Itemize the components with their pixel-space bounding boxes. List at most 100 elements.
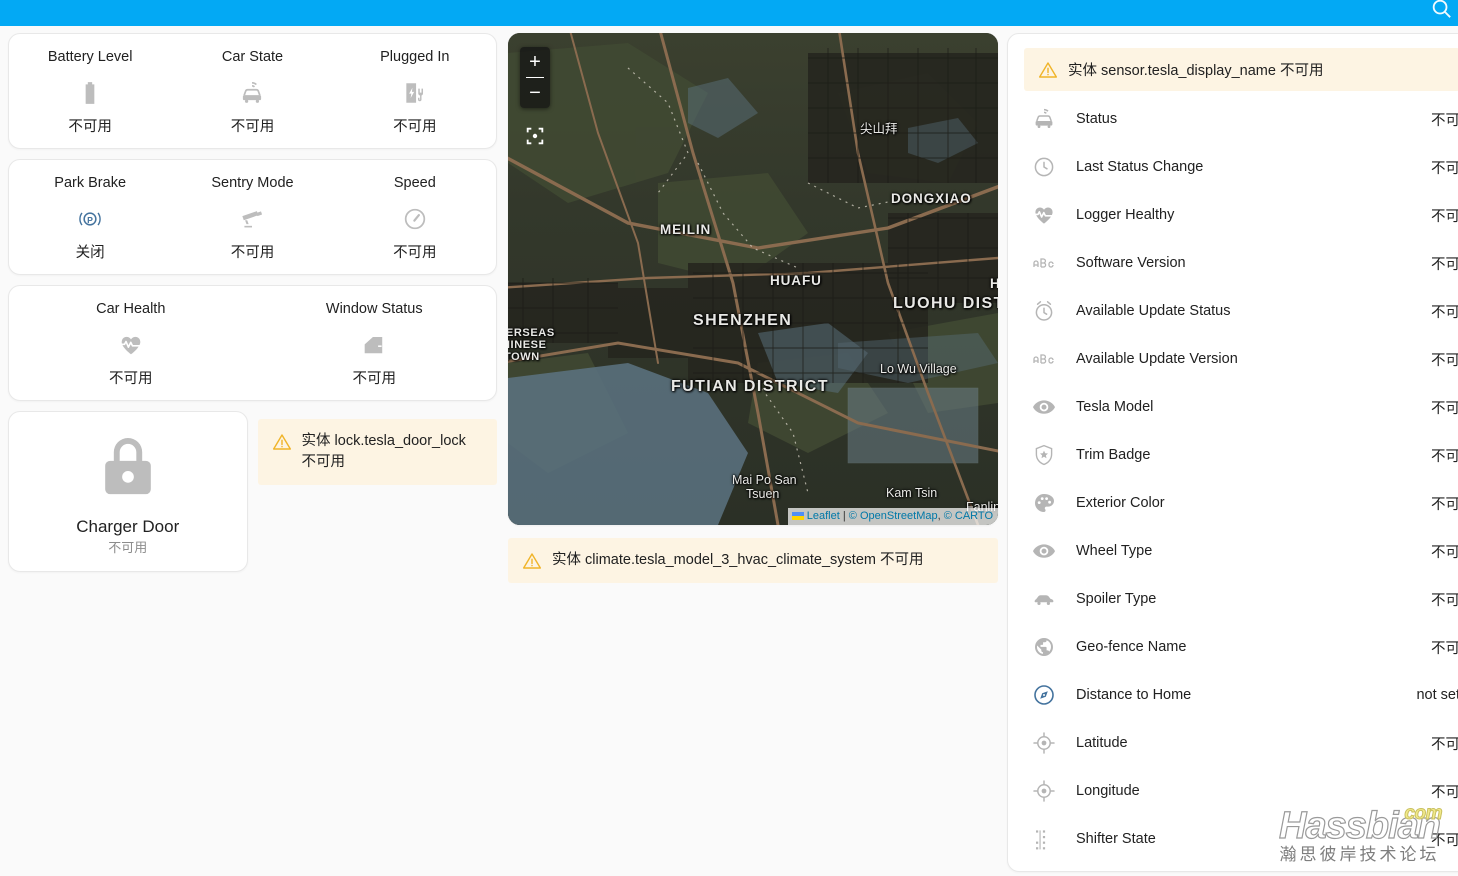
entity-row[interactable]: Longitude 不可 (1008, 767, 1458, 815)
shield-star-icon (1032, 443, 1056, 467)
entity-row[interactable]: Trim Badge 不可 (1008, 431, 1458, 479)
entity-row[interactable]: Logger Healthy 不可 (1008, 191, 1458, 239)
ev-station-icon (402, 80, 428, 106)
lock-state: 不可用 (108, 540, 148, 555)
map-attribution: Leaflet | © OpenStreetMap, © CARTO (787, 508, 998, 525)
entity-row[interactable]: Available Update Status 不可 (1008, 287, 1458, 335)
glance-card-battery: Battery Level 不可用 Car State 不可用 Plugged … (8, 33, 497, 149)
entity-name: Tesla Model (1076, 399, 1154, 415)
compass-icon (1032, 683, 1056, 707)
car-connected-icon (239, 80, 265, 106)
cctv-icon (239, 206, 265, 232)
eye-icon (1032, 395, 1056, 419)
car-brake-parking-icon: P (77, 206, 103, 232)
entity-row[interactable]: Distance to Home not set (1008, 671, 1458, 719)
clock-alert-icon (1032, 299, 1056, 323)
glance-state: 不可用 (393, 245, 437, 261)
crosshairs-gps-icon (526, 127, 544, 145)
glance-card-health: Car Health 不可用 Window Status 不可用 (8, 285, 497, 401)
glance-card-brake: Park Brake P 关闭 Sentry Mode 不可用 Speed 不可… (8, 159, 497, 275)
carto-link[interactable]: © CARTO (944, 510, 993, 522)
entity-name: Wheel Type (1076, 543, 1153, 559)
left-column: Battery Level 不可用 Car State 不可用 Plugged … (8, 33, 497, 572)
entity-name: Exterior Color (1076, 495, 1165, 511)
entity-value: 不可 (1431, 640, 1458, 657)
entity-name: Trim Badge (1076, 447, 1151, 463)
glance-state: 不可用 (109, 371, 153, 387)
entity-value: 不可 (1431, 544, 1458, 561)
entity-row[interactable]: Wheel Type 不可 (1008, 527, 1458, 575)
warning-text: 实体 sensor.tesla_display_name 不可用 (1068, 63, 1324, 79)
entity-value: 不可 (1431, 832, 1458, 849)
entity-name: Shifter State (1076, 831, 1156, 847)
entity-value: 不可 (1431, 496, 1458, 513)
glance-item-plugged-in[interactable]: Plugged In 不可用 (334, 48, 496, 136)
entity-row[interactable]: Exterior Color 不可 (1008, 479, 1458, 527)
lock-unavailable-warning: 实体 lock.tesla_door_lock 不可用 (257, 419, 497, 485)
entity-row[interactable]: Tesla Model 不可 (1008, 383, 1458, 431)
earth-icon (1032, 635, 1056, 659)
entities-card: 实体 sensor.tesla_display_name 不可用 Status 不… (1007, 33, 1458, 872)
car-door-icon (361, 332, 387, 358)
entity-name: Geo-fence Name (1076, 639, 1187, 655)
glance-state: 不可用 (352, 371, 397, 387)
attr-comma: , (937, 510, 941, 522)
battery-icon (77, 80, 103, 106)
openstreetmap-link[interactable]: © OpenStreetMap (849, 510, 938, 522)
climate-unavailable-warning: 实体 climate.tesla_model_3_hvac_climate_sy… (508, 538, 998, 583)
leaflet-link[interactable]: Leaflet (807, 510, 840, 522)
lock-row: Charger Door 不可用 实体 lock.tesla_door_lock… (8, 411, 497, 572)
warning-text: 实体 climate.tesla_model_3_hvac_climate_sy… (552, 552, 924, 568)
entity-row[interactable]: Geo-fence Name 不可 (1008, 623, 1458, 671)
map-zoom-out-button[interactable]: − (520, 78, 550, 108)
right-column: 实体 sensor.tesla_display_name 不可用 Status 不… (1007, 33, 1458, 872)
glance-item-window-status[interactable]: Window Status 不可用 (253, 300, 497, 388)
glance-label: Car Health (96, 301, 166, 317)
middle-column: 尖山拜DONGXIAOMEILINHUAFUHU.LUOHU DISTRICSH… (508, 33, 998, 583)
charger-door-lock-card[interactable]: Charger Door 不可用 (8, 411, 248, 572)
entity-value: not set (1416, 687, 1458, 703)
glance-row: Park Brake P 关闭 Sentry Mode 不可用 Speed 不可… (9, 160, 496, 274)
entity-value: 不可 (1431, 448, 1458, 465)
entity-name: Spoiler Type (1076, 591, 1157, 607)
entity-value: 不可 (1431, 592, 1458, 609)
heart-pulse-icon (1032, 203, 1056, 227)
glance-state: 不可用 (68, 119, 112, 135)
glance-item-speed[interactable]: Speed 不可用 (334, 174, 496, 262)
lock-closed-icon (91, 430, 165, 504)
entity-name: Last Status Change (1076, 159, 1204, 175)
entity-row[interactable]: Shifter State 不可 (1008, 815, 1458, 863)
glance-label: Sentry Mode (211, 175, 294, 191)
entity-value: 不可 (1431, 256, 1458, 273)
glance-label: Speed (393, 175, 436, 191)
entity-row[interactable]: Software Version 不可 (1008, 239, 1458, 287)
attr-separator: | (842, 510, 846, 522)
map-recenter-button[interactable] (520, 121, 550, 151)
entity-value: 不可 (1431, 112, 1458, 129)
glance-state: 关闭 (75, 245, 105, 261)
glance-label: Park Brake (54, 175, 127, 191)
glance-item-car-state[interactable]: Car State 不可用 (171, 48, 333, 136)
entity-name: Logger Healthy (1076, 207, 1175, 223)
glance-item-park-brake[interactable]: Park Brake P 关闭 (9, 174, 171, 262)
search-icon[interactable] (1430, 0, 1452, 19)
glance-item-car-health[interactable]: Car Health 不可用 (9, 300, 253, 388)
glance-item-battery-level[interactable]: Battery Level 不可用 (9, 48, 171, 136)
entity-row[interactable]: Spoiler Type 不可 (1008, 575, 1458, 623)
shifter-icon (1032, 827, 1056, 851)
map-zoom-in-button[interactable]: + (520, 47, 550, 77)
entity-row[interactable]: Status 不可 (1008, 95, 1458, 143)
entity-row[interactable]: Last Status Change 不可 (1008, 143, 1458, 191)
glance-state: 不可用 (230, 245, 275, 261)
entity-name: Longitude (1076, 783, 1140, 799)
palette-icon (1032, 491, 1056, 515)
glance-item-sentry-mode[interactable]: Sentry Mode 不可用 (171, 174, 333, 262)
crosshairs-gps-icon (1032, 779, 1056, 803)
map-zoom-controls[interactable]: + − (520, 47, 550, 108)
glance-label: Battery Level (47, 49, 133, 65)
entity-row[interactable]: Available Update Version 不可 (1008, 335, 1458, 383)
svg-text:P: P (87, 215, 93, 225)
entity-row[interactable]: Latitude 不可 (1008, 719, 1458, 767)
glance-label: Plugged In (380, 49, 450, 65)
map-card[interactable]: 尖山拜DONGXIAOMEILINHUAFUHU.LUOHU DISTRICSH… (508, 33, 998, 525)
